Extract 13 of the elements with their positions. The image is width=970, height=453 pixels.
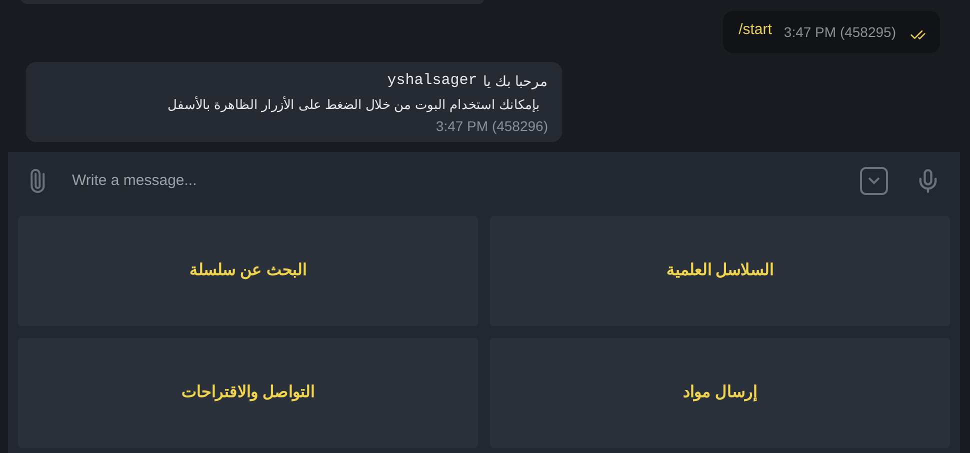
message-time: 3:47 PM (458296) [436, 117, 548, 136]
username-text: yshalsager [387, 71, 478, 91]
keyboard-button[interactable]: البحث عن سلسلة [18, 216, 478, 326]
message-text: بإمكانك استخدام البوت من خلال الضغط على الأزرار الظاهرة بالأسفل [167, 95, 541, 114]
keyboard-button[interactable]: السلاسل العلمية [490, 216, 950, 326]
chevron-down-icon [868, 177, 880, 185]
greeting-text: مرحبا بك يا [483, 72, 548, 92]
keyboard-button[interactable]: إرسال مواد [490, 338, 950, 448]
message-text: /start [738, 20, 772, 40]
message-time: 3:47 PM (458295) [784, 23, 896, 42]
keyboard-button[interactable]: التواصل والاقتراحات [18, 338, 478, 448]
message-input[interactable]: Write a message... [72, 170, 860, 192]
bot-keyboard-button[interactable] [860, 167, 888, 195]
